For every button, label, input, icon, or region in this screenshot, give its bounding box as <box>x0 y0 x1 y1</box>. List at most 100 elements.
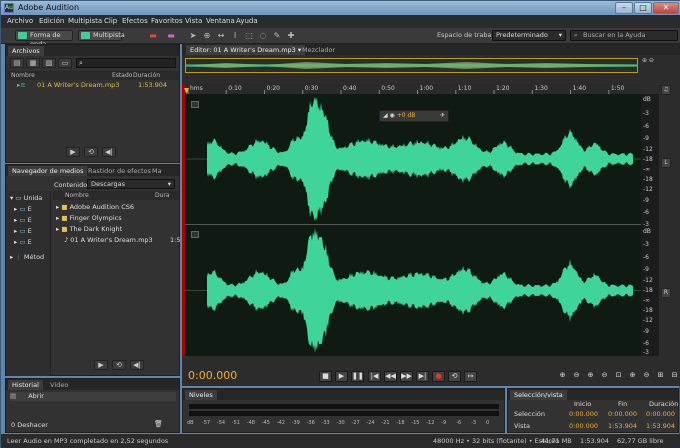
multitrack-view-button[interactable]: Multipista <box>78 30 125 41</box>
move-tool-icon[interactable]: ➤ <box>187 31 199 41</box>
list-item[interactable]: ▸ ■ The Dark Knight <box>56 225 122 234</box>
zoom-out-full-icon[interactable]: ⊡ <box>612 371 625 382</box>
channel-left-button[interactable]: L <box>661 158 671 168</box>
tab-editor[interactable]: Editor: 01 A Writer's Dream.mp3 ▾ <box>186 45 306 55</box>
view-duration[interactable]: 1:53.904 <box>646 422 675 431</box>
spectral-pitch-icon[interactable]: ▬ <box>165 31 177 41</box>
col-duration[interactable]: Dura <box>155 191 170 200</box>
tab-niveles[interactable]: Niveles <box>185 390 217 400</box>
fast-forward-button[interactable]: ▶▶ <box>400 371 413 382</box>
close-button[interactable]: ✕ <box>653 2 679 14</box>
skip-selection-button[interactable]: ↦ <box>464 371 477 382</box>
tab-seleccion-vista[interactable]: Selección/vista <box>510 390 567 400</box>
tree-item[interactable]: ▸ ▭ E <box>14 205 32 214</box>
loop-button[interactable]: ⟲ <box>448 371 461 382</box>
maximize-button[interactable]: □ <box>634 2 652 14</box>
spectral-frequency-icon[interactable]: ▬ <box>147 31 159 41</box>
waveform-view-button[interactable]: Forma de onda <box>15 30 73 48</box>
help-search-input[interactable]: ⌕ Buscar en la Ayuda <box>570 30 678 41</box>
time-selection-tool-icon[interactable]: I <box>229 31 241 41</box>
zoom-out-point-icon[interactable]: ⊖ <box>640 371 653 382</box>
autoplay-icon[interactable]: ◀| <box>102 147 116 157</box>
list-item[interactable]: ▸ ■ Finger Olympics <box>56 214 122 223</box>
view-end[interactable]: 1:53.904 <box>608 422 637 431</box>
marquee-tool-icon[interactable]: ⬚ <box>243 31 255 41</box>
next-button[interactable]: ▶| <box>416 371 429 382</box>
menu-clip[interactable]: Clip <box>104 17 117 25</box>
col-name[interactable]: Nombre <box>11 71 35 80</box>
rewind-button[interactable]: ◀◀ <box>384 371 397 382</box>
tree-item[interactable]: ▸ ▭ E <box>14 216 32 225</box>
loop-icon[interactable]: ⟲ <box>84 147 98 157</box>
workspace-select[interactable]: Predeterminado ▾ <box>492 30 566 41</box>
pause-button[interactable]: ❚❚ <box>351 371 364 382</box>
menu-ayuda[interactable]: Ayuda <box>236 17 258 25</box>
selection-start[interactable]: 0:00.000 <box>569 410 598 419</box>
waveform-display[interactable]: ◢ ◉ +0 dB ✈ <box>185 94 641 356</box>
autoplay-icon[interactable]: ◀| <box>130 360 144 370</box>
selection-duration[interactable]: 0:00.000 <box>646 410 675 419</box>
brush-tool-icon[interactable]: ✎ <box>271 31 283 41</box>
tab-rastidor-efectos[interactable]: Rastidor de efectos <box>84 166 155 176</box>
channel-toggle-icon[interactable] <box>191 231 199 238</box>
col-name[interactable]: Nombre <box>65 191 89 200</box>
channel-right-button[interactable]: R <box>661 288 671 298</box>
tree-item[interactable]: ▸ ▭ E <box>14 238 32 247</box>
loop-icon[interactable]: ⟲ <box>112 360 126 370</box>
menu-edicion[interactable]: Edición <box>39 17 64 25</box>
zoom-in-point-icon[interactable]: ⊕ <box>626 371 639 382</box>
tree-item[interactable]: ▸ ▭ E <box>14 227 32 236</box>
record-button[interactable]: ● <box>432 371 445 382</box>
overview-navigator[interactable] <box>185 58 638 73</box>
list-item[interactable]: ♪ 01 A Writer's Dream.mp3 1:5 <box>64 236 180 245</box>
import-file-icon[interactable]: ▤ <box>10 58 24 68</box>
time-ruler[interactable]: hms 0:10 0:20 0:30 0:40 0:50 1:00 1:10 1:20 1:30 1… <box>185 84 641 94</box>
contents-select[interactable]: Descargas ▾ <box>87 179 175 189</box>
selection-end[interactable]: 0:00.000 <box>608 410 637 419</box>
zoom-selection-icon[interactable]: ⊞ <box>654 371 667 382</box>
previous-button[interactable]: |◀ <box>368 371 381 382</box>
play-button[interactable]: ▶ <box>335 371 348 382</box>
tab-navegador-medios[interactable]: Navegador de medios <box>8 166 88 176</box>
tab-mezclador[interactable]: Mezclador <box>298 45 339 55</box>
razor-tool-icon[interactable]: ⊕ <box>201 31 213 41</box>
play-icon[interactable]: ▶ <box>94 360 108 370</box>
menu-archivo[interactable]: Archivo <box>7 17 33 25</box>
menu-ventana[interactable]: Ventana <box>206 17 235 25</box>
headphones-icon[interactable]: ♫ <box>661 85 671 95</box>
tab-video[interactable]: Vídeo <box>46 380 72 390</box>
minimize-button[interactable]: – <box>615 2 633 14</box>
col-status[interactable]: Estado <box>112 71 132 80</box>
zoom-in-time-icon[interactable]: ⊕ <box>584 371 597 382</box>
files-search-input[interactable]: ⌕ <box>76 58 176 68</box>
overview-zoom-icon[interactable]: ⊕ ⊖ <box>642 57 678 67</box>
list-item[interactable]: ▸ ■ Adobe Audition CS6 <box>56 203 134 212</box>
view-start[interactable]: 0:00.000 <box>569 422 598 431</box>
stop-button[interactable]: ■ <box>319 371 332 382</box>
open-folder-icon[interactable]: ▭ <box>58 58 72 68</box>
hud-volume[interactable]: ◢ ◉ +0 dB ✈ <box>379 110 449 122</box>
tab-archivos[interactable]: Archivos <box>8 46 44 56</box>
tree-item[interactable]: ▸ ⋮ Métod <box>10 253 44 262</box>
lasso-tool-icon[interactable]: ◌ <box>257 31 269 41</box>
zoom-out-time-icon[interactable]: ⊖ <box>598 371 611 382</box>
slip-tool-icon[interactable]: ↔ <box>215 31 227 41</box>
new-file-icon[interactable]: ▦ <box>26 58 40 68</box>
trash-icon[interactable]: 🗑 <box>154 420 163 428</box>
menu-efectos[interactable]: Efectos <box>122 17 148 25</box>
current-time[interactable]: 0:00.000 <box>188 369 237 382</box>
spot-healing-tool-icon[interactable]: ✚ <box>285 31 297 41</box>
menu-favoritos[interactable]: Favoritos <box>151 17 183 25</box>
tree-item[interactable]: ▾ ▭ Unida <box>10 194 42 203</box>
zoom-in-amplitude-icon[interactable]: ⊕ <box>556 371 569 382</box>
play-icon[interactable]: ▶ <box>66 147 80 157</box>
close-file-icon[interactable]: ▧ <box>42 58 56 68</box>
tab-marcadores[interactable]: Ma <box>148 166 166 176</box>
zoom-out-amplitude-icon[interactable]: ⊖ <box>570 371 583 382</box>
menu-vista[interactable]: Vista <box>185 17 202 25</box>
menu-multipista[interactable]: Multipista <box>68 17 102 25</box>
tab-historial[interactable]: Historial <box>8 380 43 390</box>
col-duration[interactable]: Duración <box>133 71 160 80</box>
zoom-fit-icon[interactable]: ⊟ <box>668 371 680 382</box>
channel-toggle-icon[interactable] <box>191 101 199 108</box>
